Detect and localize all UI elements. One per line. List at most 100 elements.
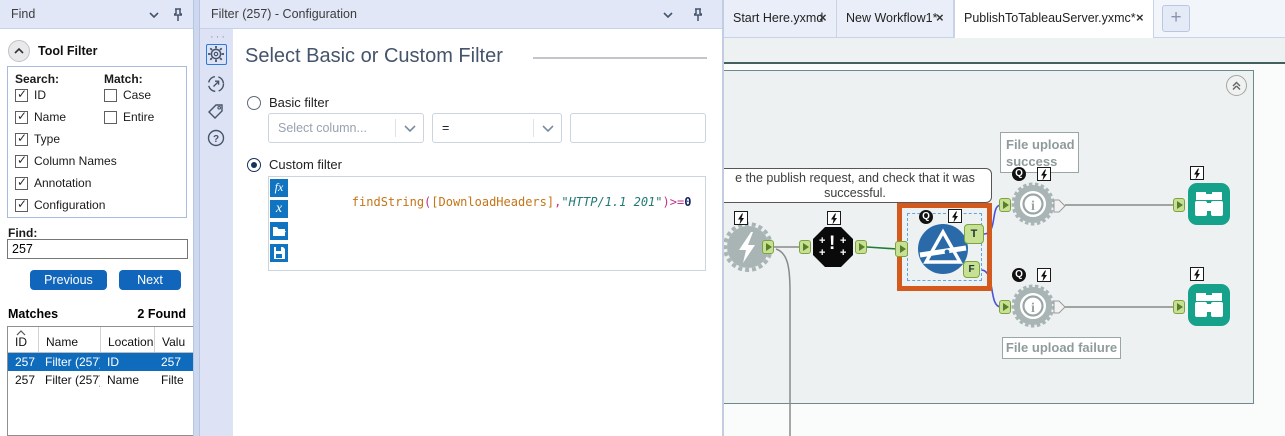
- operator-dropdown[interactable]: =: [432, 113, 562, 143]
- close-icon[interactable]: ×: [1136, 10, 1144, 25]
- match-column-label: Match:: [104, 72, 143, 86]
- input-anchor[interactable]: [1173, 198, 1185, 212]
- test-tool[interactable]: + + + + !: [813, 227, 853, 267]
- chevron-down-icon[interactable]: [146, 7, 162, 23]
- browse-tool-failure[interactable]: [1187, 283, 1231, 327]
- chevron-down-icon[interactable]: [660, 7, 676, 23]
- checkbox-box[interactable]: [104, 111, 117, 124]
- checkbox-entire[interactable]: Entire: [104, 110, 154, 124]
- formula-number: 0: [684, 195, 691, 209]
- configuration-tab-button[interactable]: [206, 44, 227, 65]
- output-anchor[interactable]: [855, 240, 867, 254]
- false-output-anchor[interactable]: F: [963, 261, 980, 278]
- checkbox-column-names[interactable]: Column Names: [15, 154, 117, 168]
- table-row[interactable]: 257 Filter (257) Name Filte: [8, 371, 196, 389]
- find-input[interactable]: [7, 239, 188, 259]
- variable-icon[interactable]: x: [270, 200, 288, 218]
- annotation-tab-button[interactable]: [206, 102, 227, 123]
- checkbox-id[interactable]: ID: [15, 88, 46, 102]
- matches-count: 2 Found: [110, 307, 186, 321]
- lightning-badge-icon[interactable]: [734, 211, 748, 225]
- column-header-id[interactable]: ID: [8, 327, 38, 352]
- lightning-badge-icon[interactable]: [1037, 268, 1051, 282]
- question-anchor-badge[interactable]: Q: [1012, 268, 1026, 282]
- message-tool-failure[interactable]: i: [1011, 284, 1055, 328]
- tool-filter-collapse-button[interactable]: [8, 40, 30, 62]
- lightning-badge-icon[interactable]: [948, 209, 962, 223]
- filter-value-input[interactable]: [570, 113, 706, 143]
- column-header-name[interactable]: Name: [38, 327, 100, 352]
- column-header-value[interactable]: Valu: [154, 327, 194, 352]
- next-button[interactable]: Next: [119, 270, 181, 290]
- tool-filter-heading: Tool Filter: [38, 44, 98, 58]
- formula-editor[interactable]: fx x findString([DownloadHeaders],"HTTP/…: [268, 176, 706, 271]
- tab-publish-to-tableau[interactable]: PublishToTableauServer.yxmc* ×: [954, 0, 1154, 38]
- failure-annotation[interactable]: File upload failure: [1002, 337, 1121, 359]
- help-tab-button[interactable]: ?: [206, 128, 227, 149]
- custom-filter-radio[interactable]: Custom filter: [247, 157, 342, 172]
- input-anchor[interactable]: [999, 300, 1011, 314]
- radio-circle[interactable]: [247, 158, 261, 172]
- checkbox-box[interactable]: [15, 111, 28, 124]
- message-tool-success[interactable]: i: [1011, 182, 1055, 226]
- comment-line: successful.: [722, 186, 991, 201]
- comment-line: e the publish request, and check that it…: [722, 171, 991, 186]
- checkbox-annotation[interactable]: Annotation: [15, 176, 91, 190]
- configuration-content: Select Basic or Custom Filter Basic filt…: [233, 29, 722, 436]
- basic-filter-radio[interactable]: Basic filter: [247, 95, 329, 110]
- checkbox-box[interactable]: [15, 133, 28, 146]
- table-row[interactable]: 257 Filter (257) ID 257: [8, 353, 196, 371]
- checkbox-box[interactable]: [104, 89, 117, 102]
- chevron-down-icon: [403, 124, 417, 134]
- input-anchor[interactable]: [895, 241, 908, 257]
- panel-grip-dots[interactable]: ···: [210, 31, 227, 43]
- checkbox-case[interactable]: Case: [104, 88, 151, 102]
- checkbox-box[interactable]: [15, 89, 28, 102]
- true-output-anchor[interactable]: T: [964, 224, 984, 244]
- output-anchor[interactable]: [1053, 300, 1066, 314]
- checkbox-box[interactable]: [15, 199, 28, 212]
- info-gear-icon: i: [1011, 284, 1055, 328]
- comment-box[interactable]: e the publish request, and check that it…: [722, 168, 992, 203]
- output-anchor[interactable]: [762, 240, 774, 254]
- dropdown-placeholder: Select column...: [278, 121, 367, 135]
- checkbox-box[interactable]: [15, 177, 28, 190]
- checkbox-configuration[interactable]: Configuration: [15, 198, 105, 212]
- previous-button[interactable]: Previous: [30, 270, 107, 290]
- pin-icon[interactable]: [690, 7, 706, 23]
- lightning-badge-icon[interactable]: [1190, 267, 1204, 281]
- column-header-location[interactable]: Location: [100, 327, 154, 352]
- fx-icon[interactable]: fx: [270, 179, 288, 197]
- open-folder-icon[interactable]: [270, 222, 288, 240]
- sort-asc-icon: [16, 330, 26, 336]
- question-icon: ?: [206, 128, 226, 148]
- input-anchor[interactable]: [999, 198, 1011, 212]
- input-anchor[interactable]: [1173, 300, 1185, 314]
- save-icon[interactable]: [270, 244, 288, 262]
- column-select-dropdown[interactable]: Select column...: [268, 113, 424, 143]
- checkbox-label: ID: [34, 88, 46, 102]
- browse-tool-success[interactable]: [1187, 182, 1231, 226]
- navigation-tab-button[interactable]: [206, 74, 227, 95]
- pin-icon[interactable]: [170, 7, 186, 23]
- question-anchor-badge[interactable]: Q: [1012, 167, 1026, 181]
- plus-glyph: +: [840, 235, 846, 247]
- matches-table-header[interactable]: ID Name Location Valu: [8, 327, 196, 353]
- radio-circle[interactable]: [247, 96, 261, 110]
- plus-glyph: +: [819, 247, 825, 259]
- checkbox-name[interactable]: Name: [15, 110, 66, 124]
- matches-heading: Matches: [8, 307, 58, 321]
- lightning-badge-icon[interactable]: [827, 211, 841, 225]
- lightning-badge-icon[interactable]: [1190, 166, 1204, 180]
- input-anchor[interactable]: [799, 240, 811, 254]
- lightning-badge-icon[interactable]: [1037, 167, 1051, 181]
- panel-divider[interactable]: [193, 0, 200, 436]
- checkbox-box[interactable]: [15, 155, 28, 168]
- plus-glyph: +: [819, 235, 825, 247]
- info-gear-icon: i: [1011, 182, 1055, 226]
- filter-macro-tool[interactable]: [916, 222, 970, 276]
- formula-expression[interactable]: findString([DownloadHeaders],"HTTP/1.1 2…: [294, 181, 691, 223]
- output-anchor[interactable]: [1053, 199, 1066, 213]
- checkbox-type[interactable]: Type: [15, 132, 60, 146]
- filter-funnel-icon: [916, 222, 970, 276]
